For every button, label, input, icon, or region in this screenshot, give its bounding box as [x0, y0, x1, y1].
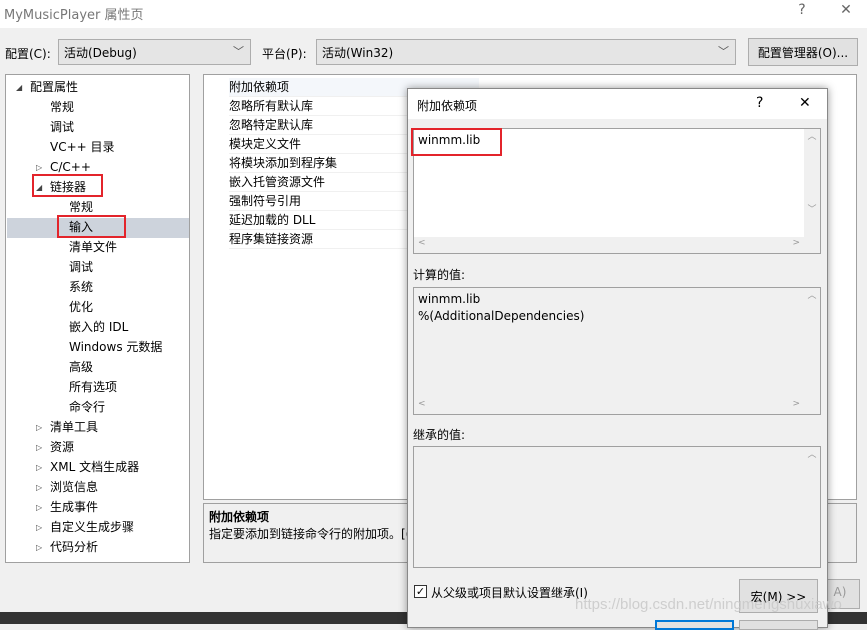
- tree-item[interactable]: 调试: [50, 117, 74, 137]
- inherited-values: ︿: [413, 446, 821, 568]
- additional-dependencies-dialog: 附加依赖项 ? ✕ winmm.lib ︿ ﹀ < > 计算的值: winmm.li…: [407, 88, 828, 630]
- tree-item[interactable]: 嵌入的 IDL: [69, 317, 128, 337]
- computed-values: winmm.lib %(AdditionalDependencies) ︿ < >: [413, 287, 821, 415]
- dialog-close-button[interactable]: ✕: [799, 95, 811, 111]
- vertical-scrollbar[interactable]: ︿: [804, 288, 820, 414]
- computed-line: winmm.lib: [418, 292, 481, 306]
- tree-item[interactable]: 系统: [69, 277, 93, 297]
- tree-item[interactable]: 调试: [69, 257, 93, 277]
- tree-item[interactable]: 常规: [50, 97, 74, 117]
- computed-line: %(AdditionalDependencies): [418, 309, 585, 323]
- tree-item[interactable]: 浏览信息: [50, 477, 98, 497]
- close-button[interactable]: ✕: [836, 2, 856, 18]
- collapsed-arrow-icon[interactable]: ▷: [36, 523, 42, 532]
- help-button[interactable]: ?: [792, 2, 812, 18]
- tree-item[interactable]: 配置属性: [30, 77, 78, 97]
- config-value: 活动(Debug): [64, 46, 137, 60]
- description-text: 指定要添加到链接命令行的附加项。[(: [209, 527, 411, 541]
- collapsed-arrow-icon[interactable]: ▷: [36, 163, 42, 172]
- highlight-box: [411, 128, 502, 156]
- highlight-box: [57, 215, 126, 238]
- config-manager-button[interactable]: 配置管理器(O)...: [748, 38, 858, 66]
- config-label: 配置(C):: [5, 47, 51, 61]
- tree-item[interactable]: 资源: [50, 437, 74, 457]
- collapsed-arrow-icon[interactable]: ▷: [36, 503, 42, 512]
- vertical-scrollbar[interactable]: ︿: [804, 447, 820, 567]
- inherited-label: 继承的值:: [413, 428, 466, 442]
- dialog-title: 附加依赖项: [417, 99, 478, 113]
- window-title: MyMusicPlayer 属性页: [4, 8, 144, 23]
- dialog-title-bar: 附加依赖项 ? ✕: [408, 89, 827, 119]
- tree-item[interactable]: VC++ 目录: [50, 137, 115, 157]
- title-bar: MyMusicPlayer 属性页 ? ✕: [0, 0, 867, 28]
- dialog-help-button[interactable]: ?: [756, 95, 763, 111]
- inherit-checkbox-label[interactable]: 从父级或项目默认设置继承(I): [431, 584, 588, 601]
- computed-label: 计算的值:: [413, 268, 466, 282]
- config-select[interactable]: 活动(Debug) ﹀: [58, 39, 251, 65]
- tree-item[interactable]: 自定义生成步骤: [50, 517, 134, 537]
- tree-item[interactable]: Windows 元数据: [69, 337, 162, 357]
- tree-item[interactable]: 优化: [69, 297, 93, 317]
- platform-select[interactable]: 活动(Win32) ﹀: [316, 39, 736, 65]
- tree-item[interactable]: 清单文件: [69, 237, 117, 257]
- tree-item[interactable]: 命令行: [69, 397, 105, 417]
- tree-item[interactable]: 生成事件: [50, 497, 98, 517]
- horizontal-scrollbar[interactable]: < >: [414, 237, 804, 253]
- platform-value: 活动(Win32): [322, 46, 394, 60]
- platform-label: 平台(P):: [262, 47, 307, 61]
- property-tree: ◢ 配置属性 常规 调试 VC++ 目录 ▷ C/C++ ◢ 链接器 常规 输入 清单文件 调试 系统 优化…: [5, 74, 190, 563]
- inherit-checkbox[interactable]: ✓: [414, 585, 427, 598]
- expanded-arrow-icon[interactable]: ◢: [16, 83, 22, 92]
- vertical-scrollbar[interactable]: ︿ ﹀: [804, 129, 820, 253]
- tree-item[interactable]: 所有选项: [69, 377, 117, 397]
- tree-item[interactable]: 代码分析: [50, 537, 98, 557]
- collapsed-arrow-icon[interactable]: ▷: [36, 543, 42, 552]
- tree-item[interactable]: 高级: [69, 357, 93, 377]
- chevron-down-icon: ﹀: [233, 45, 244, 58]
- tree-item[interactable]: 清单工具: [50, 417, 98, 437]
- collapsed-arrow-icon[interactable]: ▷: [36, 483, 42, 492]
- collapsed-arrow-icon[interactable]: ▷: [36, 463, 42, 472]
- horizontal-scrollbar[interactable]: < >: [414, 398, 804, 414]
- tree-item[interactable]: 常规: [69, 197, 93, 217]
- collapsed-arrow-icon[interactable]: ▷: [36, 443, 42, 452]
- highlight-box: [32, 174, 103, 197]
- chevron-down-icon: ﹀: [718, 45, 729, 58]
- cancel-button[interactable]: [739, 620, 818, 630]
- watermark: https://blog.csdn.net/ningmengshuxiawo: [575, 596, 842, 613]
- tree-item[interactable]: XML 文档生成器: [50, 457, 139, 477]
- collapsed-arrow-icon[interactable]: ▷: [36, 423, 42, 432]
- ok-button[interactable]: [655, 620, 734, 630]
